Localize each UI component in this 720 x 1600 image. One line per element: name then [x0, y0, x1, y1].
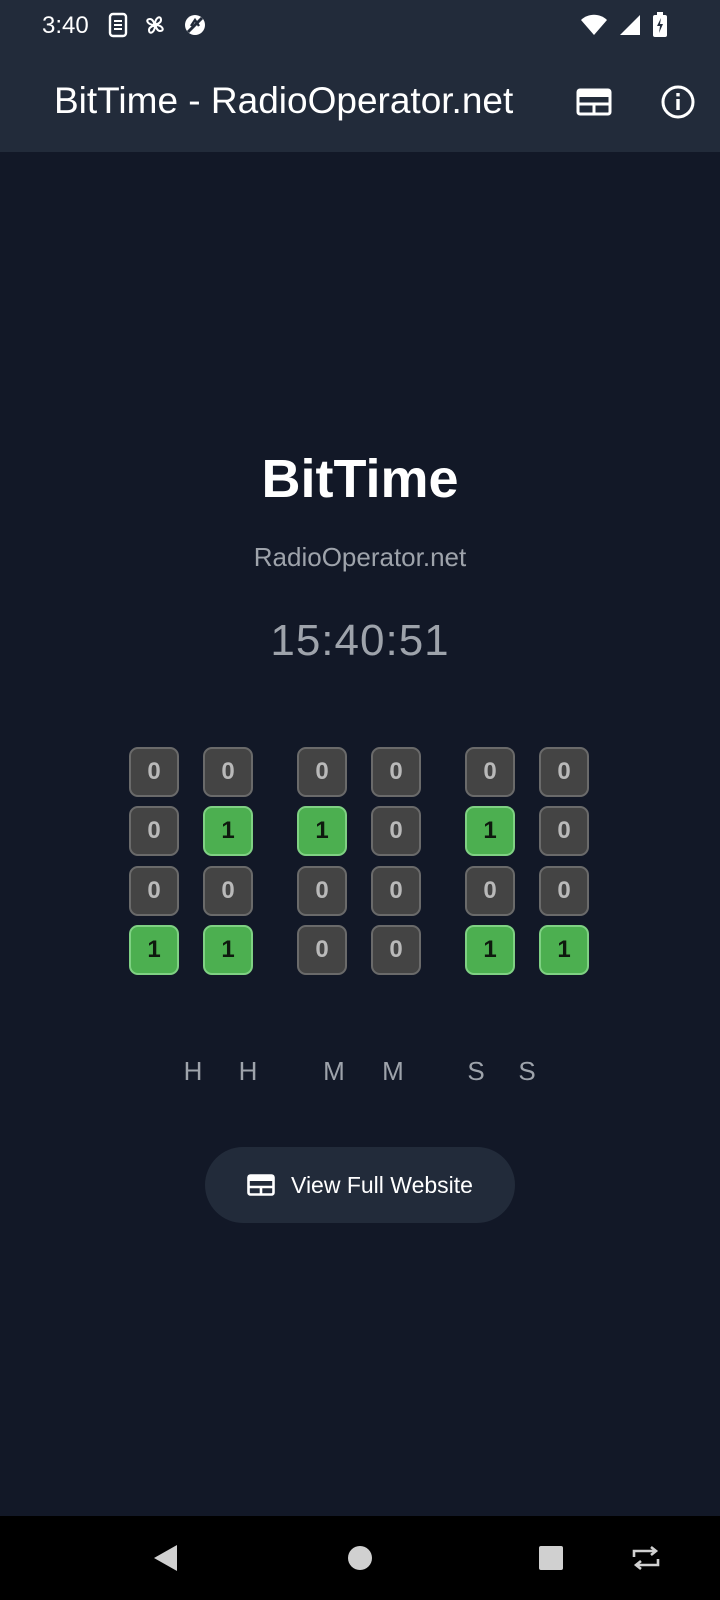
- bit-cell: 0: [465, 747, 515, 797]
- navigation-bar: [0, 1516, 720, 1600]
- rotate-icon: [632, 1545, 660, 1571]
- home-icon: [348, 1546, 372, 1570]
- bit-cell: 0: [203, 747, 253, 797]
- bit-cell: 1: [465, 925, 515, 975]
- recents-button[interactable]: [529, 1538, 573, 1578]
- view-full-website-button[interactable]: View Full Website: [205, 1147, 515, 1223]
- bit-cell: 0: [465, 866, 515, 916]
- web-view-icon: [247, 1174, 275, 1196]
- recents-icon: [539, 1546, 563, 1570]
- bit-cell: 0: [371, 866, 421, 916]
- column-label: H: [183, 1056, 203, 1086]
- bit-cell: 0: [539, 866, 589, 916]
- bit-cell: 1: [203, 925, 253, 975]
- bit-cell: 1: [465, 806, 515, 856]
- rotate-button[interactable]: [624, 1538, 668, 1578]
- bit-cell: 0: [297, 925, 347, 975]
- column-label: S: [518, 1056, 536, 1086]
- column-label: M: [323, 1056, 345, 1086]
- bit-cell: 0: [129, 806, 179, 856]
- binary-clock-grid: 000101010100000001010001: [0, 0, 720, 1000]
- column-label: H: [238, 1056, 258, 1086]
- screen: 3:40 BitTime - RadioOperator.net BitTime…: [0, 0, 720, 1600]
- home-button[interactable]: [338, 1538, 382, 1578]
- bit-cell: 0: [539, 806, 589, 856]
- view-full-website-label: View Full Website: [291, 1171, 473, 1198]
- column-label: S: [467, 1056, 485, 1086]
- bit-cell: 0: [203, 866, 253, 916]
- bit-cell: 1: [203, 806, 253, 856]
- back-button[interactable]: [144, 1538, 188, 1578]
- bit-cell: 1: [297, 806, 347, 856]
- back-icon: [154, 1545, 177, 1571]
- bit-cell: 0: [539, 747, 589, 797]
- bit-cell: 0: [297, 747, 347, 797]
- bit-cell: 0: [297, 866, 347, 916]
- bit-cell: 0: [371, 925, 421, 975]
- bit-cell: 1: [129, 925, 179, 975]
- bit-cell: 0: [129, 866, 179, 916]
- column-label: M: [382, 1056, 404, 1086]
- bit-cell: 0: [129, 747, 179, 797]
- bit-cell: 0: [371, 806, 421, 856]
- bit-cell: 1: [539, 925, 589, 975]
- bit-cell: 0: [371, 747, 421, 797]
